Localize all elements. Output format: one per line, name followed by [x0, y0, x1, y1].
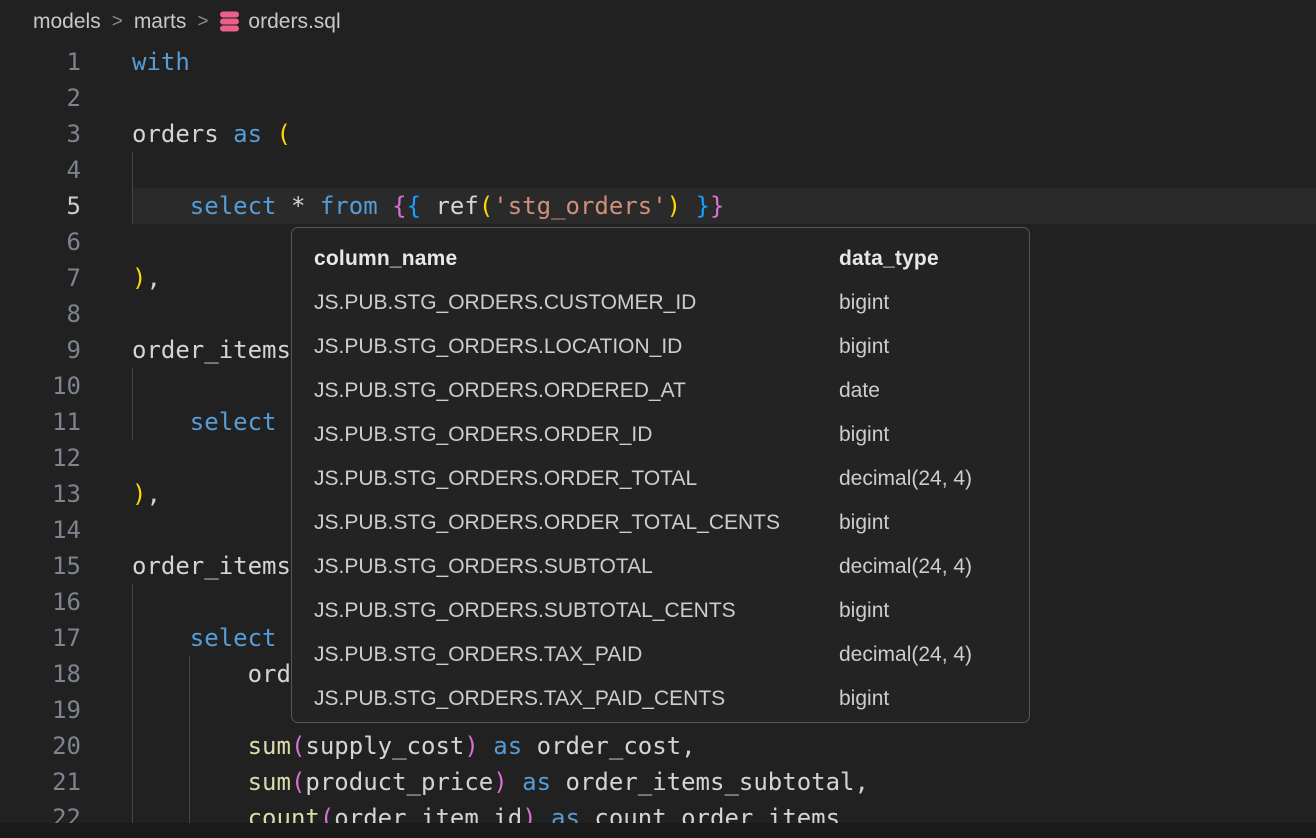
column-name-cell: JS.PUB.STG_ORDERS.SUBTOTAL_CENTS — [314, 599, 839, 623]
column-row[interactable]: JS.PUB.STG_ORDERS.SUBTOTALdecimal(24, 4) — [292, 545, 1029, 589]
data-type-cell: bigint — [839, 335, 1029, 359]
breadcrumb-item-models[interactable]: models — [33, 10, 101, 34]
line-number: 9 — [0, 332, 81, 368]
column-name-cell: JS.PUB.STG_ORDERS.ORDERED_AT — [314, 379, 839, 403]
line-number: 20 — [0, 728, 81, 764]
database-icon — [219, 11, 240, 33]
line-number: 12 — [0, 440, 81, 476]
line-number: 6 — [0, 224, 81, 260]
column-row[interactable]: JS.PUB.STG_ORDERS.ORDER_TOTALdecimal(24,… — [292, 457, 1029, 501]
code-line-2[interactable]: 2 — [0, 80, 1316, 116]
line-number: 5 — [0, 188, 81, 224]
column-row[interactable]: JS.PUB.STG_ORDERS.ORDER_IDbigint — [292, 413, 1029, 457]
column-row[interactable]: JS.PUB.STG_ORDERS.CUSTOMER_IDbigint — [292, 281, 1029, 325]
line-number: 17 — [0, 620, 81, 656]
line-number: 16 — [0, 584, 81, 620]
line-number: 13 — [0, 476, 81, 512]
breadcrumb-item-orders-sql[interactable]: orders.sql — [219, 10, 340, 34]
column-name-cell: JS.PUB.STG_ORDERS.ORDER_TOTAL_CENTS — [314, 511, 839, 535]
code-text — [132, 152, 1316, 188]
code-text — [132, 80, 1316, 116]
column-row[interactable]: JS.PUB.STG_ORDERS.ORDER_TOTAL_CENTSbigin… — [292, 501, 1029, 545]
column-row[interactable]: JS.PUB.STG_ORDERS.TAX_PAID_CENTSbigint — [292, 677, 1029, 721]
code-line-1[interactable]: 1 with — [0, 44, 1316, 80]
data-type-cell: decimal(24, 4) — [839, 643, 1029, 667]
breadcrumb-label: orders.sql — [248, 10, 340, 34]
breadcrumb-separator: > — [197, 11, 208, 33]
data-type-cell: bigint — [839, 511, 1029, 535]
data-type-cell: decimal(24, 4) — [839, 555, 1029, 579]
popup-header-column-name: column_name — [314, 247, 839, 271]
column-row[interactable]: JS.PUB.STG_ORDERS.SUBTOTAL_CENTSbigint — [292, 589, 1029, 633]
column-name-cell: JS.PUB.STG_ORDERS.TAX_PAID — [314, 643, 839, 667]
popup-header-row: column_name data_type — [292, 237, 1029, 281]
editor-bottom-edge — [0, 823, 1316, 838]
code-line-4[interactable]: 4 — [0, 152, 1316, 188]
line-number: 21 — [0, 764, 81, 800]
code-text: orders as ( — [132, 116, 1316, 152]
column-name-cell: JS.PUB.STG_ORDERS.CUSTOMER_ID — [314, 291, 839, 315]
line-number: 7 — [0, 260, 81, 296]
column-name-cell: JS.PUB.STG_ORDERS.ORDER_TOTAL — [314, 467, 839, 491]
code-text: with — [132, 44, 1316, 80]
code-line-21[interactable]: 21 sum(product_price) as order_items_sub… — [0, 764, 1316, 800]
column-name-cell: JS.PUB.STG_ORDERS.ORDER_ID — [314, 423, 839, 447]
editor-window: models > marts > orders.sql 1 with 23 orders a… — [0, 0, 1316, 838]
column-info-popup: column_name data_type JS.PUB.STG_ORDERS.… — [291, 227, 1030, 723]
breadcrumb-label: marts — [134, 10, 187, 34]
code-text: sum(product_price) as order_items_subtot… — [132, 764, 1316, 800]
data-type-cell: bigint — [839, 599, 1029, 623]
data-type-cell: decimal(24, 4) — [839, 467, 1029, 491]
indent-guide — [132, 368, 133, 440]
line-number: 3 — [0, 116, 81, 152]
indent-guide — [132, 152, 133, 224]
code-line-5[interactable]: 5 select * from {{ ref('stg_orders') }} — [0, 188, 1316, 224]
line-number: 18 — [0, 656, 81, 692]
line-number: 15 — [0, 548, 81, 584]
column-name-cell: JS.PUB.STG_ORDERS.SUBTOTAL — [314, 555, 839, 579]
breadcrumb-item-marts[interactable]: marts — [134, 10, 187, 34]
indent-guide — [132, 584, 133, 836]
popup-rows: JS.PUB.STG_ORDERS.CUSTOMER_IDbigintJS.PU… — [292, 281, 1029, 721]
breadcrumb-label: models — [33, 10, 101, 34]
code-text: select * from {{ ref('stg_orders') }} — [132, 188, 1316, 224]
line-number: 14 — [0, 512, 81, 548]
breadcrumb: models > marts > orders.sql — [0, 0, 1316, 44]
line-number: 8 — [0, 296, 81, 332]
line-number: 4 — [0, 152, 81, 188]
column-row[interactable]: JS.PUB.STG_ORDERS.TAX_PAIDdecimal(24, 4) — [292, 633, 1029, 677]
breadcrumb-separator: > — [112, 11, 123, 33]
indent-guide — [189, 656, 190, 836]
column-row[interactable]: JS.PUB.STG_ORDERS.ORDERED_ATdate — [292, 369, 1029, 413]
popup-header-data-type: data_type — [839, 247, 1029, 271]
line-number: 10 — [0, 368, 81, 404]
line-number: 11 — [0, 404, 81, 440]
data-type-cell: bigint — [839, 423, 1029, 447]
line-number: 19 — [0, 692, 81, 728]
data-type-cell: date — [839, 379, 1029, 403]
code-text: sum(supply_cost) as order_cost, — [132, 728, 1316, 764]
data-type-cell: bigint — [839, 687, 1029, 711]
column-name-cell: JS.PUB.STG_ORDERS.TAX_PAID_CENTS — [314, 687, 839, 711]
code-line-3[interactable]: 3 orders as ( — [0, 116, 1316, 152]
column-row[interactable]: JS.PUB.STG_ORDERS.LOCATION_IDbigint — [292, 325, 1029, 369]
line-number: 1 — [0, 44, 81, 80]
line-number: 2 — [0, 80, 81, 116]
code-line-20[interactable]: 20 sum(supply_cost) as order_cost, — [0, 728, 1316, 764]
data-type-cell: bigint — [839, 291, 1029, 315]
column-name-cell: JS.PUB.STG_ORDERS.LOCATION_ID — [314, 335, 839, 359]
